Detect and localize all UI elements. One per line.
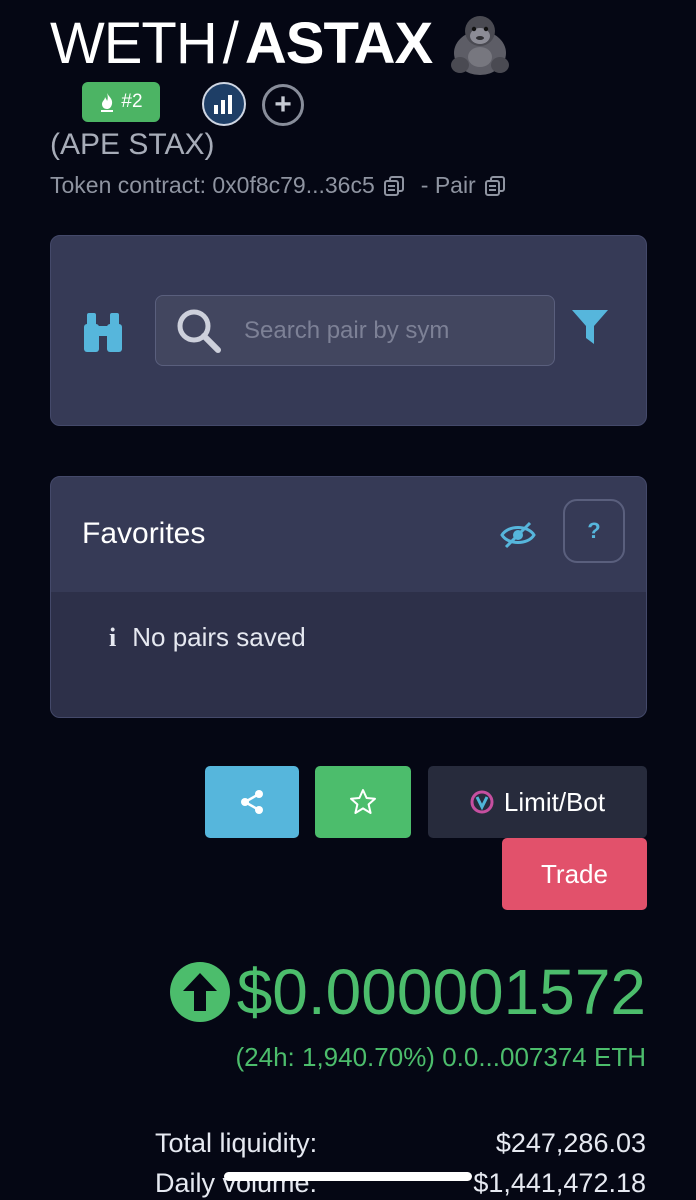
favorites-title: Favorites	[82, 517, 206, 550]
search-icon	[177, 309, 221, 353]
home-indicator[interactable]	[224, 1172, 472, 1181]
hide-eye-icon[interactable]	[500, 519, 536, 551]
contract-label: Token contract: 0x0f8c79...36c5	[50, 172, 375, 198]
favorites-list: i No pairs saved	[51, 592, 646, 717]
add-icon[interactable]: +	[262, 84, 304, 126]
limit-bot-button[interactable]: Limit/Bot	[428, 766, 647, 838]
pair-label: - Pair	[420, 172, 476, 198]
favorites-empty: i No pairs saved	[109, 622, 306, 653]
copy-pair-icon[interactable]	[484, 175, 506, 197]
star-icon	[350, 789, 376, 814]
trade-button[interactable]: Trade	[502, 838, 647, 910]
filter-icon[interactable]	[570, 306, 610, 348]
pair-title: WETH / ASTAX	[50, 8, 514, 78]
favorites-header: Favorites ?	[51, 477, 646, 592]
exchange-logo-icon[interactable]	[202, 82, 246, 126]
search-box[interactable]	[155, 295, 555, 366]
contract-row: Token contract: 0x0f8c79...36c5 - Pair	[50, 172, 506, 199]
binoculars-icon[interactable]	[80, 310, 126, 354]
favorite-star-button[interactable]	[315, 766, 411, 838]
share-icon	[241, 790, 263, 814]
bot-logo-icon	[470, 790, 494, 814]
quote-symbol: ASTAX	[244, 10, 433, 76]
favorites-card: Favorites ? i No pairs saved	[50, 476, 647, 718]
price-usd: $0.000001572	[236, 956, 646, 1028]
share-button[interactable]	[205, 766, 299, 838]
rank-badge[interactable]: #2	[82, 82, 160, 122]
price-row: $0.000001572	[169, 955, 646, 1029]
base-symbol: WETH	[50, 10, 218, 76]
favorites-empty-text: No pairs saved	[132, 622, 306, 652]
price-change: (24h: 1,940.70%) 0.0...007374 ETH	[235, 1042, 647, 1072]
pair-separator: /	[222, 10, 239, 76]
volume-value: $1,441,472.18	[473, 1168, 646, 1198]
search-input[interactable]	[242, 315, 546, 346]
info-icon: i	[109, 622, 117, 652]
liquidity-label: Total liquidity:	[155, 1128, 318, 1158]
copy-contract-icon[interactable]	[383, 175, 405, 197]
bar-chart-icon	[214, 95, 232, 114]
arrow-up-circle-icon	[169, 962, 230, 1022]
liquidity-value: $247,286.03	[495, 1128, 646, 1158]
favorites-help-button[interactable]: ?	[563, 499, 625, 563]
rank-text: #2	[121, 91, 143, 112]
token-full-name: (APE STAX)	[50, 128, 215, 161]
limit-bot-label: Limit/Bot	[503, 786, 606, 817]
gorilla-icon	[451, 16, 510, 75]
flame-icon	[101, 93, 114, 112]
